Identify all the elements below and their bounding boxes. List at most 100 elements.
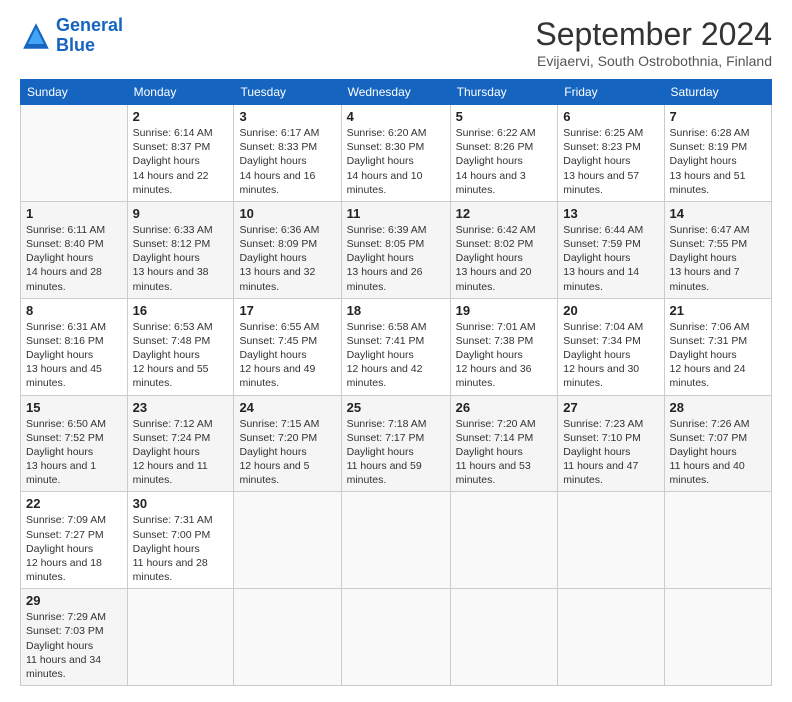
logo: General Blue — [20, 16, 123, 56]
table-row: 28 Sunrise: 7:26 AMSunset: 7:07 PMDayligh… — [664, 395, 771, 492]
table-row — [341, 492, 450, 589]
day-info: Sunrise: 6:14 AMSunset: 8:37 PMDaylight … — [133, 126, 229, 197]
day-info: Sunrise: 7:31 AMSunset: 7:00 PMDaylight … — [133, 513, 229, 584]
table-row: 9Sunrise: 6:33 AMSunset: 8:12 PMDaylight… — [127, 201, 234, 298]
day-info: Sunrise: 6:53 AMSunset: 7:48 PMDaylight … — [133, 320, 229, 391]
header-friday: Friday — [558, 80, 664, 105]
day-info: Sunrise: 7:15 AMSunset: 7:20 PMDaylight … — [239, 417, 335, 488]
calendar-week-row: 15 Sunrise: 6:50 AMSunset: 7:52 PMDayligh… — [21, 395, 772, 492]
title-block: September 2024 Evijaervi, South Ostrobot… — [535, 16, 772, 69]
calendar-week-row: 1Sunrise: 6:11 AMSunset: 8:40 PMDaylight… — [21, 201, 772, 298]
header-wednesday: Wednesday — [341, 80, 450, 105]
table-row: 24 Sunrise: 7:15 AMSunset: 7:20 PMDayligh… — [234, 395, 341, 492]
table-row — [664, 589, 771, 686]
header: General Blue September 2024 Evijaervi, S… — [20, 16, 772, 69]
day-number: 22 — [26, 496, 122, 511]
table-row: 5Sunrise: 6:22 AMSunset: 8:26 PMDaylight… — [450, 105, 558, 202]
day-number: 17 — [239, 303, 335, 318]
day-number: 26 — [456, 400, 553, 415]
day-info: Sunrise: 6:39 AMSunset: 8:05 PMDaylight … — [347, 223, 445, 294]
table-row: 15 Sunrise: 6:50 AMSunset: 7:52 PMDayligh… — [21, 395, 128, 492]
header-thursday: Thursday — [450, 80, 558, 105]
day-number: 24 — [239, 400, 335, 415]
table-row: 14 Sunrise: 6:47 AMSunset: 7:55 PMDayligh… — [664, 201, 771, 298]
table-row — [341, 589, 450, 686]
table-row: 30 Sunrise: 7:31 AMSunset: 7:00 PMDayligh… — [127, 492, 234, 589]
calendar-week-row: 2 Sunrise: 6:14 AMSunset: 8:37 PMDaylight… — [21, 105, 772, 202]
table-row — [21, 105, 128, 202]
day-info: Sunrise: 7:12 AMSunset: 7:24 PMDaylight … — [133, 417, 229, 488]
table-row: 23Sunrise: 7:12 AMSunset: 7:24 PMDayligh… — [127, 395, 234, 492]
calendar-week-row: 8 Sunrise: 6:31 AMSunset: 8:16 PMDaylight… — [21, 298, 772, 395]
day-info: Sunrise: 7:20 AMSunset: 7:14 PMDaylight … — [456, 417, 553, 488]
month-title: September 2024 — [535, 16, 772, 53]
table-row: 2 Sunrise: 6:14 AMSunset: 8:37 PMDaylight… — [127, 105, 234, 202]
day-info: Sunrise: 6:44 AMSunset: 7:59 PMDaylight … — [563, 223, 658, 294]
table-row: 10 Sunrise: 6:36 AMSunset: 8:09 PMDayligh… — [234, 201, 341, 298]
table-row — [234, 589, 341, 686]
logo-icon — [20, 20, 52, 52]
calendar-week-row: 22Sunrise: 7:09 AMSunset: 7:27 PMDayligh… — [21, 492, 772, 589]
day-info: Sunrise: 6:42 AMSunset: 8:02 PMDaylight … — [456, 223, 553, 294]
table-row: 17 Sunrise: 6:55 AMSunset: 7:45 PMDayligh… — [234, 298, 341, 395]
logo-line1: General — [56, 15, 123, 35]
day-info: Sunrise: 6:47 AMSunset: 7:55 PMDaylight … — [670, 223, 766, 294]
header-sunday: Sunday — [21, 80, 128, 105]
table-row: 29Sunrise: 7:29 AMSunset: 7:03 PMDayligh… — [21, 589, 128, 686]
day-number: 15 — [26, 400, 122, 415]
day-number: 7 — [670, 109, 766, 124]
day-number: 16 — [133, 303, 229, 318]
day-info: Sunrise: 6:58 AMSunset: 7:41 PMDaylight … — [347, 320, 445, 391]
header-monday: Monday — [127, 80, 234, 105]
day-info: Sunrise: 6:36 AMSunset: 8:09 PMDaylight … — [239, 223, 335, 294]
table-row: 7Sunrise: 6:28 AMSunset: 8:19 PMDaylight… — [664, 105, 771, 202]
day-info: Sunrise: 6:50 AMSunset: 7:52 PMDaylight … — [26, 417, 122, 488]
day-number: 3 — [239, 109, 335, 124]
table-row: 3 Sunrise: 6:17 AMSunset: 8:33 PMDaylight… — [234, 105, 341, 202]
table-row: 20Sunrise: 7:04 AMSunset: 7:34 PMDayligh… — [558, 298, 664, 395]
day-info: Sunrise: 6:17 AMSunset: 8:33 PMDaylight … — [239, 126, 335, 197]
day-number: 30 — [133, 496, 229, 511]
day-number: 14 — [670, 206, 766, 221]
location: Evijaervi, South Ostrobothnia, Finland — [535, 53, 772, 69]
table-row: 18 Sunrise: 6:58 AMSunset: 7:41 PMDayligh… — [341, 298, 450, 395]
day-number: 25 — [347, 400, 445, 415]
table-row: 13 Sunrise: 6:44 AMSunset: 7:59 PMDayligh… — [558, 201, 664, 298]
day-info: Sunrise: 6:55 AMSunset: 7:45 PMDaylight … — [239, 320, 335, 391]
table-row: 1Sunrise: 6:11 AMSunset: 8:40 PMDaylight… — [21, 201, 128, 298]
day-number: 20 — [563, 303, 658, 318]
day-info: Sunrise: 7:26 AMSunset: 7:07 PMDaylight … — [670, 417, 766, 488]
header-saturday: Saturday — [664, 80, 771, 105]
table-row: 11 Sunrise: 6:39 AMSunset: 8:05 PMDayligh… — [341, 201, 450, 298]
day-number: 11 — [347, 206, 445, 221]
day-info: Sunrise: 6:25 AMSunset: 8:23 PMDaylight … — [563, 126, 658, 197]
day-info: Sunrise: 7:06 AMSunset: 7:31 PMDaylight … — [670, 320, 766, 391]
table-row: 26 Sunrise: 7:20 AMSunset: 7:14 PMDayligh… — [450, 395, 558, 492]
table-row: 4 Sunrise: 6:20 AMSunset: 8:30 PMDaylight… — [341, 105, 450, 202]
table-row: 8 Sunrise: 6:31 AMSunset: 8:16 PMDaylight… — [21, 298, 128, 395]
day-info: Sunrise: 6:33 AMSunset: 8:12 PMDaylight … — [133, 223, 229, 294]
table-row — [450, 589, 558, 686]
day-number: 2 — [133, 109, 229, 124]
table-row — [450, 492, 558, 589]
day-number: 18 — [347, 303, 445, 318]
day-number: 21 — [670, 303, 766, 318]
day-number: 10 — [239, 206, 335, 221]
day-info: Sunrise: 6:31 AMSunset: 8:16 PMDaylight … — [26, 320, 122, 391]
table-row: 6 Sunrise: 6:25 AMSunset: 8:23 PMDaylight… — [558, 105, 664, 202]
day-info: Sunrise: 6:11 AMSunset: 8:40 PMDaylight … — [26, 223, 122, 294]
day-number: 29 — [26, 593, 122, 608]
day-number: 6 — [563, 109, 658, 124]
day-number: 8 — [26, 303, 122, 318]
day-number: 28 — [670, 400, 766, 415]
calendar-table: Sunday Monday Tuesday Wednesday Thursday… — [20, 79, 772, 686]
day-number: 13 — [563, 206, 658, 221]
day-number: 4 — [347, 109, 445, 124]
day-info: Sunrise: 6:20 AMSunset: 8:30 PMDaylight … — [347, 126, 445, 197]
page: General Blue September 2024 Evijaervi, S… — [0, 0, 792, 702]
logo-text: General Blue — [56, 16, 123, 56]
table-row — [558, 589, 664, 686]
header-tuesday: Tuesday — [234, 80, 341, 105]
day-number: 27 — [563, 400, 658, 415]
table-row — [127, 589, 234, 686]
